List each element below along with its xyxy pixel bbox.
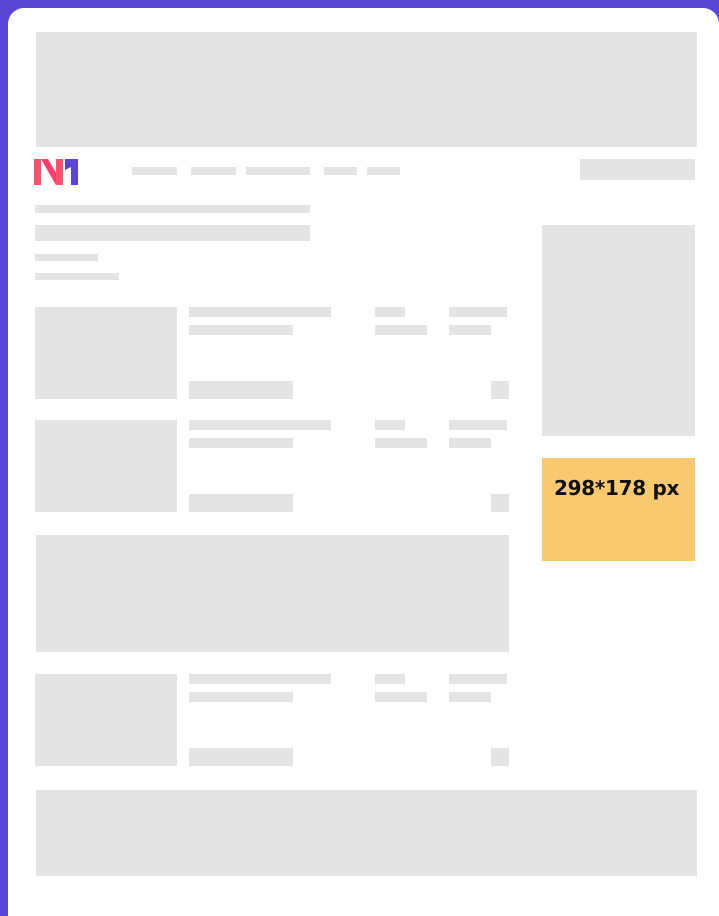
logo-n-left-stroke <box>34 159 41 185</box>
list-item-2-subtitle <box>189 438 293 448</box>
highlighted-ad-slot[interactable]: 298*178 px <box>542 458 695 561</box>
list-item-1-col-b-label <box>449 307 507 317</box>
content-banner-ad[interactable] <box>36 535 509 652</box>
list-item-1-title[interactable] <box>189 307 331 317</box>
list-item-3-subtitle <box>189 692 293 702</box>
bottom-banner-ad[interactable] <box>36 790 697 876</box>
list-item-3-title[interactable] <box>189 674 331 684</box>
brand-logo[interactable] <box>34 158 80 186</box>
list-item-3-col-b-label <box>449 674 507 684</box>
list-item-1-thumbnail[interactable] <box>35 307 177 399</box>
list-item-2-thumbnail[interactable] <box>35 420 177 512</box>
list-item-1-action-button[interactable] <box>189 381 293 399</box>
sidebar-ad-tall[interactable] <box>542 225 695 436</box>
logo-one <box>65 159 78 185</box>
list-item-2-title[interactable] <box>189 420 331 430</box>
search-input[interactable] <box>580 159 695 180</box>
list-item-3-col-b-value <box>449 692 491 702</box>
list-item-2-action-button[interactable] <box>189 494 293 512</box>
ad-slot-size-label: 298*178 px <box>554 476 680 500</box>
top-banner-ad[interactable] <box>36 32 697 147</box>
list-item-1-subtitle <box>189 325 293 335</box>
nav-item-5[interactable] <box>367 167 400 175</box>
list-item-3-icon-button[interactable] <box>491 748 509 766</box>
list-item-2-col-a-label <box>375 420 405 430</box>
page-title <box>35 225 310 241</box>
meta-line-2 <box>35 273 119 280</box>
logo-n-right-stroke <box>56 159 63 185</box>
list-item-1-col-a-label <box>375 307 405 317</box>
list-item-3-action-button[interactable] <box>189 748 293 766</box>
nav-item-3[interactable] <box>246 167 310 175</box>
list-item-1-col-b-value <box>449 325 491 335</box>
list-item-1-icon-button[interactable] <box>491 381 509 399</box>
nav-item-1[interactable] <box>132 167 177 175</box>
list-item-3-col-a-label <box>375 674 405 684</box>
list-item-2-col-b-value <box>449 438 491 448</box>
breadcrumb[interactable] <box>35 205 310 213</box>
list-item-2-col-a-value <box>375 438 427 448</box>
list-item-2-icon-button[interactable] <box>491 494 509 512</box>
list-item-3-thumbnail[interactable] <box>35 674 177 766</box>
nav-item-2[interactable] <box>191 167 236 175</box>
list-item-3-col-a-value <box>375 692 427 702</box>
list-item-1-col-a-value <box>375 325 427 335</box>
meta-line-1 <box>35 254 98 261</box>
list-item-2-col-b-label <box>449 420 507 430</box>
nav-item-4[interactable] <box>324 167 357 175</box>
